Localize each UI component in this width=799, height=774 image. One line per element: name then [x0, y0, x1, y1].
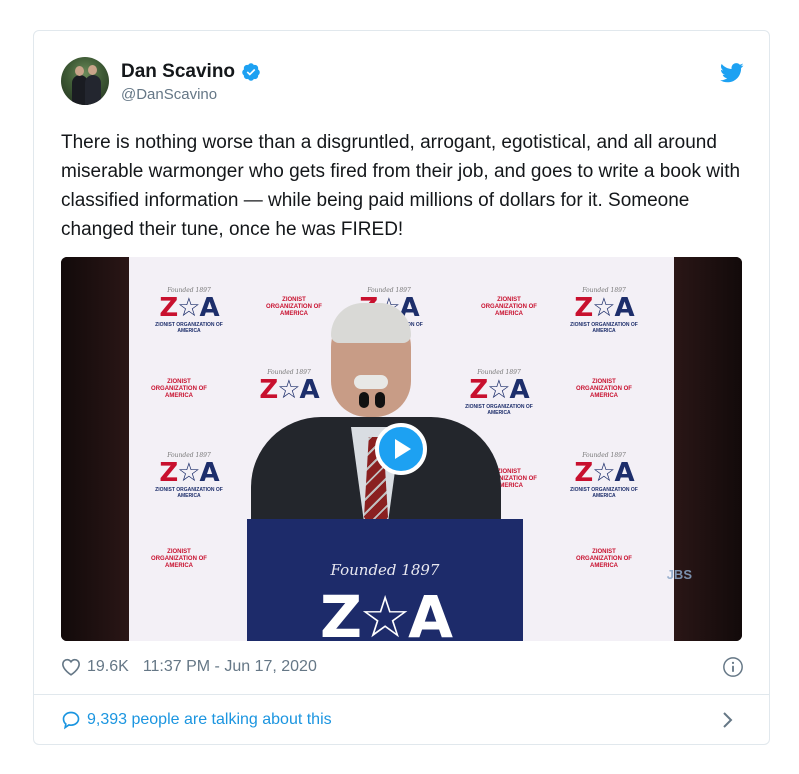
backdrop-logo: Founded 1897 Z☆A ZIONIST ORGANIZATION OF… [570, 287, 638, 334]
play-button[interactable] [375, 423, 427, 475]
tweet-video[interactable]: Founded 1897 Z☆A ZIONIST ORGANIZATION OF… [61, 257, 742, 641]
backdrop-logo: Founded 1897 Z☆A ZIONIST ORGANIZATION OF… [570, 452, 638, 499]
divider [34, 694, 769, 695]
conversation-link[interactable]: 9,393 people are talking about this [61, 707, 744, 733]
speech-bubble-icon [62, 711, 80, 730]
broadcaster-watermark: JBS [666, 567, 692, 582]
conversation-count[interactable]: 9,393 people are talking about this [87, 711, 332, 729]
stage-curtain-right [674, 257, 742, 641]
play-icon [395, 439, 411, 459]
stage-curtain-left [61, 257, 129, 641]
podium: Founded 1897 Z☆A [247, 519, 523, 641]
backdrop-text-logo: ZIONIST ORGANIZATION OF AMERICA [576, 379, 632, 399]
twitter-bird-icon[interactable] [720, 63, 744, 83]
podium-logo: Z☆A [320, 583, 453, 641]
chevron-right-icon[interactable] [722, 711, 734, 729]
heart-icon[interactable] [61, 658, 81, 676]
tweet-timestamp[interactable]: 11:37 PM - Jun 17, 2020 [143, 658, 317, 676]
tweet-card[interactable]: Dan Scavino @DanScavino There is nothing… [33, 30, 770, 745]
info-icon[interactable] [722, 656, 744, 678]
verified-badge-icon [242, 63, 260, 81]
tweet-text: There is nothing worse than a disgruntle… [61, 132, 741, 240]
author-display-name[interactable]: Dan Scavino [121, 61, 235, 83]
backdrop-logo: Founded 1897 Z☆A ZIONIST ORGANIZATION OF… [155, 287, 223, 334]
like-count[interactable]: 19.6K [87, 658, 129, 676]
tweet-header: Dan Scavino @DanScavino [61, 57, 744, 109]
backdrop-text-logo: ZIONIST ORGANIZATION OF AMERICA [151, 549, 207, 569]
author-handle[interactable]: @DanScavino [121, 86, 217, 103]
tweet-meta: 19.6K 11:37 PM - Jun 17, 2020 [61, 654, 744, 680]
podium-founded: Founded 1897 [330, 561, 440, 579]
backdrop-text-logo: ZIONIST ORGANIZATION OF AMERICA [576, 549, 632, 569]
backdrop-text-logo: ZIONIST ORGANIZATION OF AMERICA [151, 379, 207, 399]
author-name-row: Dan Scavino [121, 61, 261, 83]
avatar[interactable] [61, 57, 109, 105]
backdrop-logo: Founded 1897 Z☆A ZIONIST ORGANIZATION OF… [155, 452, 223, 499]
